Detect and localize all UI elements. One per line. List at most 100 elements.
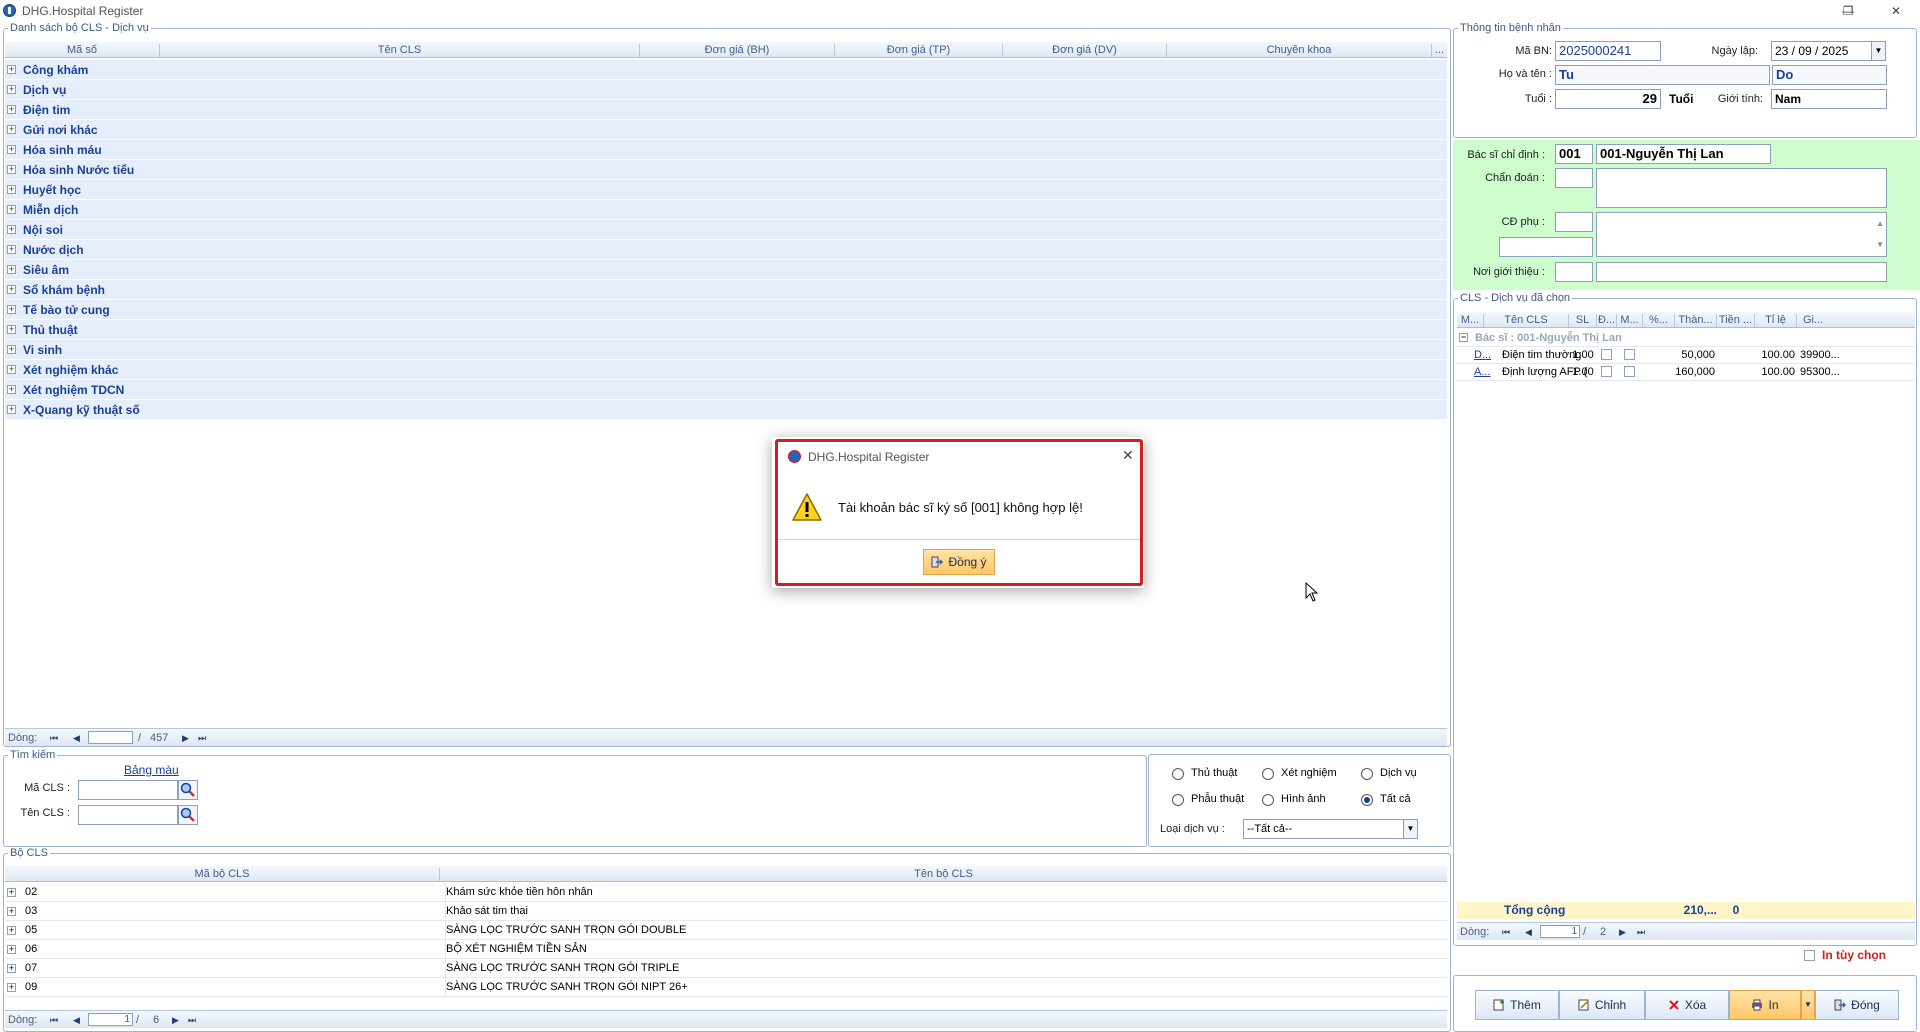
col-percent[interactable]: %... [1643,314,1675,327]
cls-group-row[interactable]: + Gửi nơi khác [5,120,1447,140]
expand-icon[interactable]: + [7,907,16,916]
nav-page-input[interactable]: 1 [1540,925,1580,938]
bo-cls-row[interactable]: +06 BỘ XÉT NGHIỆM TIỀN SẢN [5,940,1447,959]
expand-icon[interactable]: + [7,926,16,935]
filter-radio-label[interactable]: Thủ thuật [1191,767,1237,779]
filter-radio[interactable] [1262,794,1274,806]
filter-radio-label[interactable]: Dịch vụ [1380,767,1417,779]
add-button[interactable]: Thêm [1475,990,1559,1020]
col-ten-cls[interactable]: Tên CLS [160,44,640,57]
expand-icon[interactable]: + [7,185,16,194]
col-thanh-tien[interactable]: Thàn... [1675,314,1717,327]
expand-icon[interactable]: + [7,964,16,973]
ma-cls-input[interactable] [78,780,178,800]
nav-prev-icon[interactable]: ◀ [73,730,80,747]
expand-icon[interactable]: + [7,85,16,94]
col-ma-so[interactable]: Mã số [5,44,160,57]
bo-cls-row[interactable]: +05 SÀNG LỌC TRƯỚC SANH TRỌN GÓI DOUBLE [5,921,1447,940]
ten-input[interactable]: Do [1772,65,1887,85]
filter-radio-label[interactable]: Xét nghiệm [1281,767,1337,779]
chosen-group-row[interactable]: − Bác sĩ : 001-Nguyễn Thị Lan [1457,330,1915,347]
expand-icon[interactable]: + [7,145,16,154]
col-don-gia-dv[interactable]: Đơn giá (DV) [1003,44,1167,57]
col-more[interactable]: ... [1432,44,1447,57]
expand-icon[interactable]: + [7,245,16,254]
edit-button[interactable]: Chỉnh [1559,990,1645,1020]
close-button[interactable]: Đóng [1815,990,1899,1020]
col-tien[interactable]: Tiền ... [1717,314,1755,327]
filter-radio-label[interactable]: Hình ảnh [1281,793,1326,805]
cls-group-row[interactable]: + Nội soi [5,220,1447,240]
filter-radio[interactable] [1262,768,1274,780]
chosen-code-link[interactable]: A... [1474,364,1491,380]
cls-group-row[interactable]: + Dịch vụ [5,80,1447,100]
col-ten-cls[interactable]: Tên CLS [1484,314,1569,327]
nav-last-icon[interactable]: ⏭ [188,1012,196,1029]
cls-group-row[interactable]: + Hóa sinh Nước tiểu [5,160,1447,180]
nav-next-icon[interactable]: ▶ [1619,924,1626,941]
cls-group-row[interactable]: + Tế bào tử cung [5,300,1447,320]
expand-icon[interactable]: + [7,405,16,414]
bo-cls-row[interactable]: +02 Khám sức khỏe tiền hôn nhân [5,883,1447,902]
expand-icon[interactable]: + [7,945,16,954]
tuoi-input[interactable]: 29 [1555,89,1661,109]
bo-cls-row[interactable]: +09 SÀNG LỌC TRƯỚC SANH TRỌN GÓI NIPT 26+ [5,978,1447,997]
col-ma-bo-cls[interactable]: Mã bộ CLS [5,868,440,881]
nav-next-icon[interactable]: ▶ [182,730,189,747]
expand-icon[interactable]: + [7,325,16,334]
bac-si-name-input[interactable]: 001-Nguyễn Thị Lan [1596,144,1771,164]
cd-phu-code-input[interactable] [1555,212,1593,232]
nav-prev-icon[interactable]: ◀ [73,1012,80,1029]
noi-gioi-thieu-input[interactable] [1596,262,1887,282]
dialog-close-icon[interactable]: ✕ [1122,447,1134,464]
chan-doan-code-input[interactable] [1555,168,1593,188]
bo-cls-row[interactable]: +07 SÀNG LỌC TRƯỚC SANH TRỌN GÓI TRIPLE [5,959,1447,978]
cls-group-row[interactable]: + Thủ thuật [5,320,1447,340]
expand-icon[interactable]: + [7,65,16,74]
print-option-checkbox[interactable] [1804,950,1815,961]
noi-gioi-thieu-code-input[interactable] [1555,262,1593,282]
color-table-link[interactable]: Bảng màu [124,763,179,777]
gioi-tinh-select[interactable]: Nam [1771,89,1887,109]
col-ma[interactable]: M... [1457,314,1484,327]
chosen-m-checkbox[interactable] [1624,366,1635,377]
cls-group-row[interactable]: + X-Quang kỹ thuật số [5,400,1447,420]
filter-radio-label[interactable]: Phẫu thuật [1191,793,1244,805]
nav-page-input[interactable]: 1 [88,1013,133,1026]
ngay-lap-input[interactable]: 23 / 09 / 2025 ▼ [1771,41,1886,61]
ma-bn-input[interactable]: 2025000241 [1555,41,1661,61]
nav-first-icon[interactable]: ⏮ [50,1012,58,1029]
scroll-up-icon[interactable]: ▲ [1876,215,1884,233]
filter-radio[interactable] [1172,768,1184,780]
print-dropdown-button[interactable]: ▼ [1801,990,1815,1020]
col-ten-bo-cls[interactable]: Tên bộ CLS [440,868,1447,881]
nav-last-icon[interactable]: ⏭ [1637,924,1645,941]
cls-group-row[interactable]: + Huyết học [5,180,1447,200]
cls-group-row[interactable]: + Điện tim [5,100,1447,120]
nav-first-icon[interactable]: ⏮ [1502,924,1510,941]
cls-group-row[interactable]: + Hóa sinh máu [5,140,1447,160]
cls-group-row[interactable]: + Nước dịch [5,240,1447,260]
cd-phu-extra-input[interactable] [1499,237,1593,257]
expand-icon[interactable]: + [7,983,16,992]
scroll-down-icon[interactable]: ▼ [1876,236,1884,254]
expand-icon[interactable]: + [7,265,16,274]
col-m[interactable]: M... [1617,314,1643,327]
cls-group-row[interactable]: + Xét nghiệm TDCN [5,380,1447,400]
chosen-code-link[interactable]: D... [1474,347,1491,363]
col-don-gia-tp[interactable]: Đơn giá (TP) [835,44,1003,57]
cls-group-row[interactable]: + Công khám [5,60,1447,80]
collapse-icon[interactable]: − [1459,333,1468,342]
expand-icon[interactable]: + [7,385,16,394]
delete-button[interactable]: Xóa [1645,990,1729,1020]
nav-next-icon[interactable]: ▶ [172,1012,179,1029]
nav-page-input[interactable] [88,731,133,744]
nav-first-icon[interactable]: ⏮ [50,730,58,747]
close-window-button[interactable]: ✕ [1876,2,1916,20]
expand-icon[interactable]: + [7,285,16,294]
nav-last-icon[interactable]: ⏭ [198,730,206,747]
col-sl[interactable]: SL [1569,314,1597,327]
chosen-d-checkbox[interactable] [1601,349,1612,360]
ten-cls-input[interactable] [78,805,178,825]
col-don-gia-bh[interactable]: Đơn giá (BH) [640,44,835,57]
